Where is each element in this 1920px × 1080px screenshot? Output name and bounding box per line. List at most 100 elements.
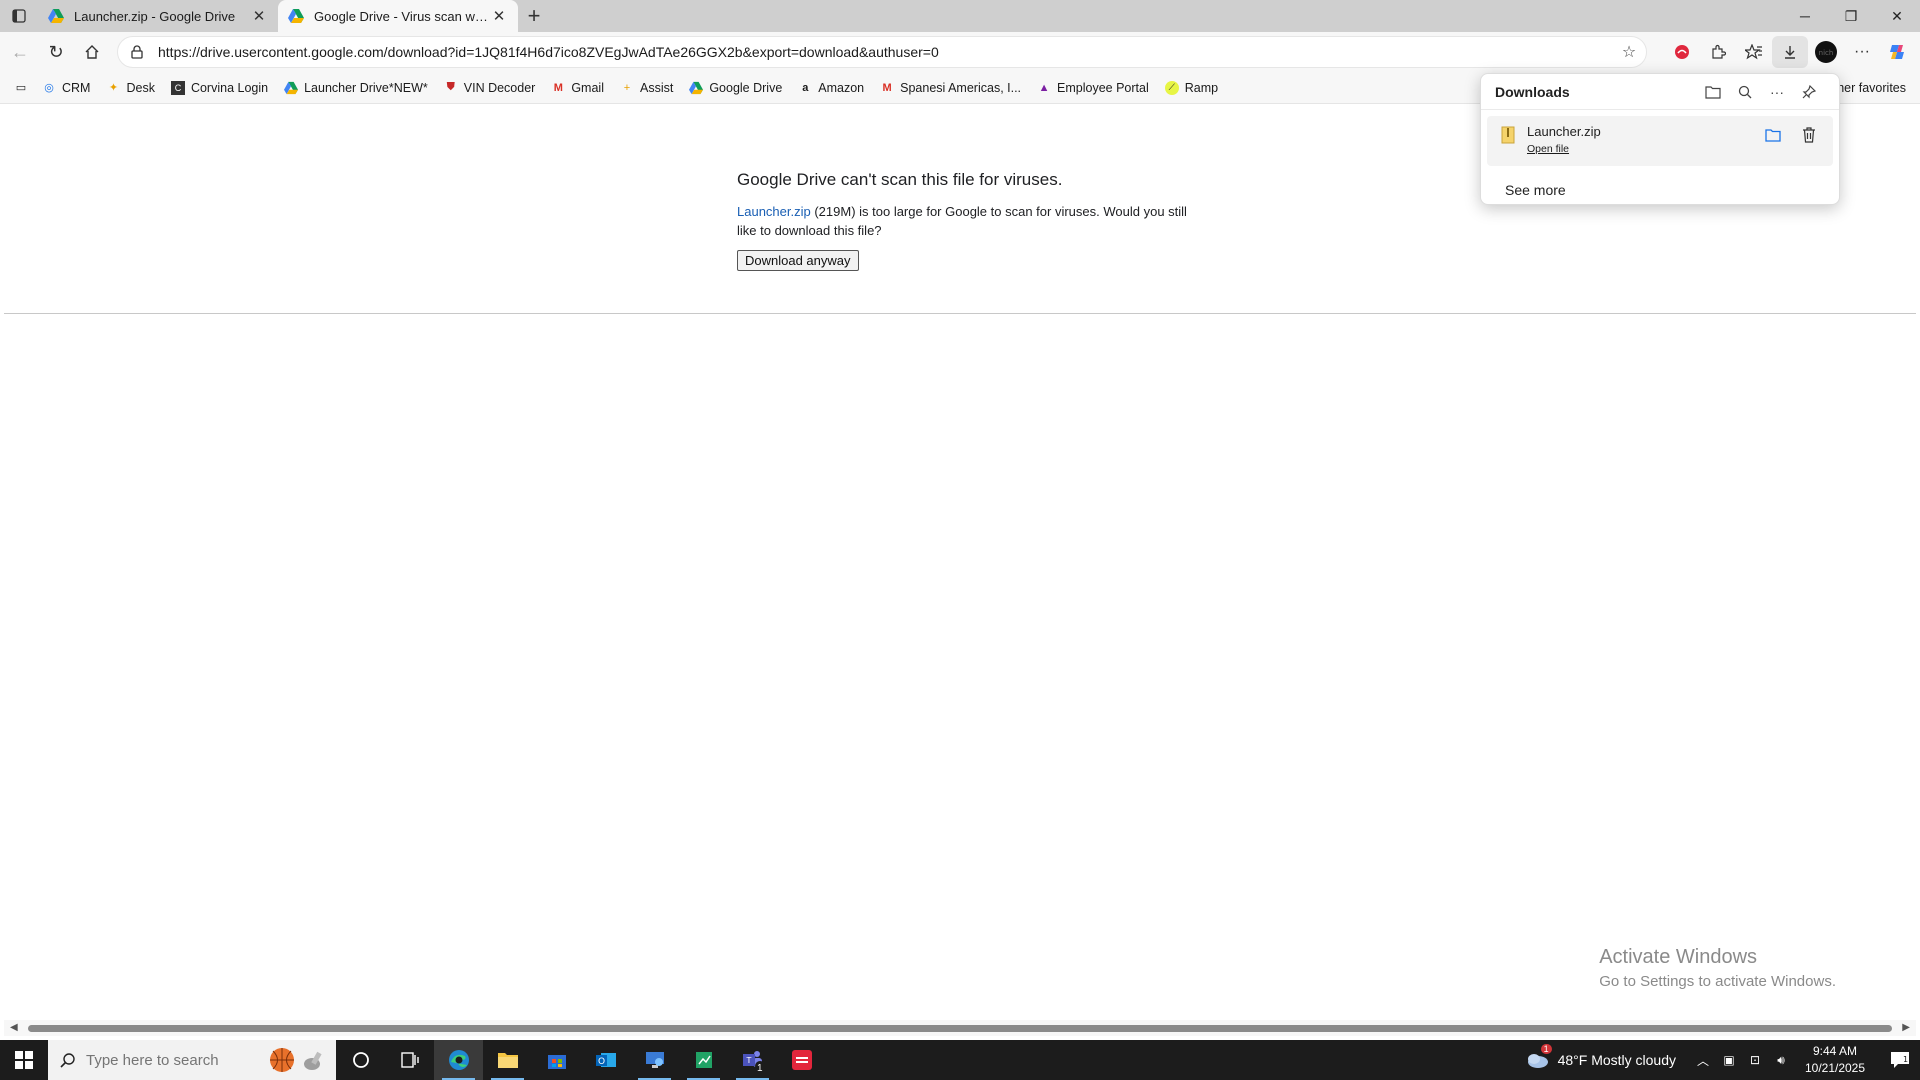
favorite-crm[interactable]: ◎ CRM: [34, 75, 98, 101]
task-view-button[interactable]: [385, 1040, 434, 1080]
close-window-button[interactable]: ✕: [1874, 0, 1920, 32]
red-app-icon: [791, 1050, 812, 1070]
taskbar-search-input[interactable]: [86, 1051, 266, 1069]
favorite-desk[interactable]: ✦ Desk: [98, 75, 162, 101]
tab-virus-scan-warning[interactable]: Google Drive - Virus scan warning ✕: [278, 0, 518, 32]
show-hidden-icons-chevron-up-icon[interactable]: ︿: [1692, 1040, 1714, 1080]
downloads-button[interactable]: [1772, 36, 1808, 68]
system-tray: 1 48°F Mostly cloudy ︿ ▣ ⊡ 🔊︎ 9:44 AM 10…: [1524, 1040, 1920, 1080]
scrollbar-thumb[interactable]: [28, 1025, 1892, 1032]
tab-actions-button[interactable]: [0, 0, 38, 32]
taskbar-microsoft-store[interactable]: [532, 1040, 581, 1080]
minimize-button[interactable]: ─: [1782, 0, 1828, 32]
taskbar-outlook[interactable]: O: [581, 1040, 630, 1080]
weather-text: 48°F Mostly cloudy: [1557, 1052, 1676, 1068]
favorite-vin-decoder[interactable]: ⛊ VIN Decoder: [436, 75, 544, 101]
close-tab-icon[interactable]: ✕: [490, 7, 508, 25]
arrow-left-icon: ←: [11, 41, 29, 62]
open-downloads-folder-button[interactable]: [1697, 78, 1729, 106]
favorite-google-drive[interactable]: Google Drive: [681, 75, 790, 101]
clock[interactable]: 9:44 AM 10/21/2025: [1800, 1043, 1870, 1077]
network-icon[interactable]: ⊡: [1744, 1040, 1766, 1080]
scroll-right-icon[interactable]: ▶: [1902, 1022, 1910, 1033]
home-button[interactable]: [74, 36, 110, 68]
tab-launcher-zip[interactable]: Launcher.zip - Google Drive ✕: [38, 0, 278, 32]
new-tab-button[interactable]: +: [518, 0, 550, 32]
warning-message: Launcher.zip (219M) is too large for Goo…: [737, 202, 1207, 240]
download-item[interactable]: Launcher.zip Open file: [1487, 116, 1833, 166]
weather-widget[interactable]: 1 48°F Mostly cloudy: [1524, 1044, 1676, 1070]
page-heading: Google Drive can't scan this file for vi…: [737, 170, 1063, 189]
favorite-corvina-login[interactable]: C Corvina Login: [163, 75, 276, 101]
favorite-spanesi[interactable]: M Spanesi Americas, I...: [872, 75, 1029, 101]
scroll-left-icon[interactable]: ◀: [10, 1022, 18, 1033]
cortana-button[interactable]: [336, 1040, 385, 1080]
url-input[interactable]: [148, 44, 1612, 60]
search-downloads-button[interactable]: [1729, 78, 1761, 106]
desk-icon: ✦: [108, 82, 119, 94]
restore-button[interactable]: ❐: [1828, 0, 1874, 32]
favorite-ramp[interactable]: ⟋ Ramp: [1157, 75, 1226, 101]
notification-icon: 1: [1891, 1052, 1909, 1068]
taskbar-remote-app[interactable]: [630, 1040, 679, 1080]
back-button[interactable]: ←: [2, 36, 38, 68]
download-item-actions: [1755, 122, 1827, 148]
show-in-folder-button[interactable]: [1755, 122, 1791, 148]
weather-badge: 1: [1540, 1044, 1552, 1054]
tab-title: Google Drive - Virus scan warning: [314, 8, 490, 24]
folder-icon: [1705, 85, 1721, 99]
lock-icon[interactable]: [126, 45, 148, 59]
other-favorites[interactable]: her favorites: [1837, 75, 1906, 101]
favorite-label: Launcher Drive*NEW*: [304, 80, 428, 95]
taskbar-file-explorer[interactable]: [483, 1040, 532, 1080]
open-file-link[interactable]: Open file: [1527, 143, 1601, 155]
windows-taskbar: O T1 1 48°F Mostly cloudy ︿ ▣ ⊡ 🔊︎ 9:44 …: [0, 1040, 1920, 1080]
taskbar-search[interactable]: [48, 1040, 336, 1080]
folder-icon: [1765, 129, 1781, 142]
pin-downloads-button[interactable]: [1793, 78, 1825, 106]
taskbar-teams[interactable]: T1: [728, 1040, 777, 1080]
watermark-line1: Activate Windows: [1599, 946, 1758, 968]
favorites-icon[interactable]: [1736, 36, 1772, 68]
browser-toolbar: ← ↻ ☆ nich ···: [0, 32, 1920, 72]
refresh-button[interactable]: ↻: [38, 36, 74, 68]
address-bar[interactable]: ☆: [117, 36, 1647, 68]
download-item-text: Launcher.zip Open file: [1527, 124, 1601, 155]
other-favorites-label: her favorites: [1837, 81, 1906, 95]
horizontal-scrollbar[interactable]: ◀ ▶: [4, 1020, 1916, 1036]
file-link[interactable]: Launcher.zip: [737, 204, 811, 219]
favorite-gmail[interactable]: M Gmail: [543, 75, 612, 101]
favorite-amazon[interactable]: a Amazon: [790, 75, 872, 101]
volume-icon[interactable]: 🔊︎: [1770, 1040, 1792, 1080]
delete-download-button[interactable]: [1791, 122, 1827, 148]
settings-more-button[interactable]: ···: [1844, 36, 1880, 68]
favorite-launcher-drive[interactable]: Launcher Drive*NEW*: [276, 75, 436, 101]
profile-avatar[interactable]: nich: [1808, 36, 1844, 68]
activate-windows-watermark: Activate Windows Go to Settings to activ…: [1599, 946, 1836, 990]
notification-center-button[interactable]: 1: [1880, 1040, 1920, 1080]
download-anyway-button[interactable]: Download anyway: [737, 250, 859, 271]
see-more-link[interactable]: See more: [1505, 182, 1566, 198]
favorite-assist[interactable]: + Assist: [612, 75, 681, 101]
favorite-employee-portal[interactable]: ▲ Employee Portal: [1029, 75, 1157, 101]
vin-decoder-icon: ⛊: [446, 81, 455, 93]
folder-icon: [497, 1053, 518, 1068]
favorite-star-icon[interactable]: ☆: [1612, 42, 1646, 62]
virus-warning: Google Drive can't scan this file for vi…: [737, 170, 1207, 271]
refresh-icon: ↻: [48, 41, 64, 62]
taskbar-edge[interactable]: [434, 1040, 483, 1080]
employee-portal-icon: ▲: [1038, 81, 1050, 94]
taskbar-red-app[interactable]: [777, 1040, 826, 1080]
meet-now-icon[interactable]: ▣: [1718, 1040, 1740, 1080]
corvina-icon: C: [170, 80, 185, 95]
reading-icon-button[interactable]: ▭: [8, 75, 34, 101]
close-tab-icon[interactable]: ✕: [250, 7, 268, 25]
start-button[interactable]: [0, 1040, 48, 1080]
extension-red-icon[interactable]: [1664, 36, 1700, 68]
teams-badge: 1: [757, 1063, 763, 1074]
taskbar-excel-app[interactable]: [679, 1040, 728, 1080]
downloads-more-button[interactable]: ···: [1761, 78, 1793, 106]
extensions-puzzle-icon[interactable]: [1700, 36, 1736, 68]
favorite-label: Corvina Login: [190, 80, 269, 95]
copilot-button[interactable]: [1880, 36, 1916, 68]
